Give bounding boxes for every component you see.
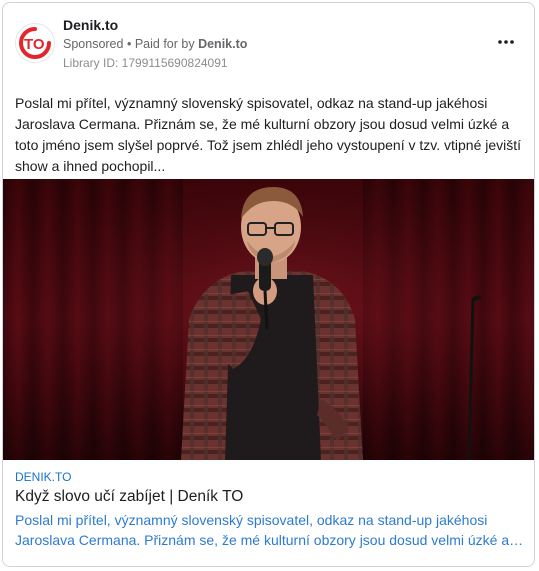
link-desc-line: Poslal mi přítel, významný slovenský spi…: [15, 512, 488, 528]
link-description: Poslal mi přítel, významný slovenský spi…: [15, 510, 525, 550]
link-preview[interactable]: DENIK.TO Když slovo učí zabíjet | Deník …: [3, 460, 534, 566]
library-id: Library ID: 1799115690824091: [63, 56, 228, 70]
sponsored-label: Sponsored: [63, 37, 124, 51]
logo-text: TO: [24, 36, 45, 53]
body-line: show a ihned pochopil...: [15, 158, 166, 174]
ad-image[interactable]: [3, 179, 534, 460]
sponsored-line: Sponsored • Paid for by Denik.to: [63, 37, 247, 51]
denik-logo-icon: TO: [19, 27, 51, 59]
meta-separator: •: [126, 37, 132, 51]
link-domain: DENIK.TO: [15, 470, 72, 484]
body-line: Poslal mi přítel, významný slovenský spi…: [15, 95, 488, 111]
link-desc-line: Jaroslava Cermana. Přiznám se, že mé kul…: [15, 532, 525, 548]
more-options-button[interactable]: [491, 30, 521, 54]
ad-card: TO Denik.to Sponsored • Paid for by Deni…: [2, 2, 535, 567]
paid-for-prefix: Paid for by: [134, 37, 195, 51]
page-avatar[interactable]: TO: [15, 23, 55, 63]
body-line: toto jméno jsem slyšel poprvé. Tož jsem …: [15, 137, 522, 153]
ad-body-text: Poslal mi přítel, významný slovenský spi…: [15, 93, 529, 177]
link-title[interactable]: Když slovo učí zabíjet | Deník TO: [15, 488, 525, 506]
comedian-photo: [3, 179, 534, 460]
more-horizontal-icon: [498, 40, 514, 44]
body-line: Jaroslava Cermana. Přiznám se, že mé kul…: [15, 116, 510, 132]
paid-for-by-name: Denik.to: [198, 37, 248, 51]
ad-header: TO Denik.to Sponsored • Paid for by Deni…: [3, 3, 534, 83]
page-name[interactable]: Denik.to: [63, 17, 118, 33]
